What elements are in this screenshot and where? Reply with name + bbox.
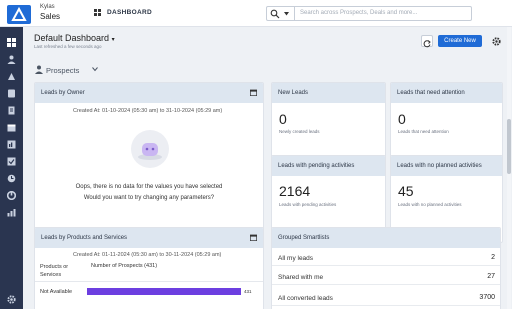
empty-message: Oops, there is no data for the values yo… (75, 184, 223, 190)
caret-down-icon[interactable] (284, 12, 289, 16)
column-header-line: Services (40, 272, 62, 278)
card-title: Leads that need attention (397, 90, 465, 96)
metric-caption: Leads with no planned activities (398, 202, 462, 207)
card-title: Grouped Smartlists (278, 235, 330, 241)
date-range: Created At: 01-10-2024 (05:30 am) to 31-… (73, 108, 223, 114)
column-header-line: Products or (40, 264, 69, 270)
card-header: Leads with no planned activities (391, 156, 502, 176)
card-header: Leads with pending activities (272, 156, 385, 176)
calendar-icon[interactable] (250, 234, 257, 241)
dashboard-grid-icon (94, 9, 101, 16)
metric-value: 45 (398, 183, 414, 199)
column-header-products: Products or Services (40, 263, 68, 279)
refresh-icon (423, 40, 431, 48)
leads-by-owner-card: Leads by Owner Created At: 01-10-2024 (0… (34, 82, 264, 246)
meetings-icon[interactable] (7, 174, 16, 183)
kylas-logo[interactable] (7, 5, 31, 24)
card-header: Grouped Smartlists (272, 228, 500, 248)
user-icon[interactable] (7, 55, 16, 64)
contacts-icon[interactable] (7, 89, 16, 98)
metric-value: 0 (398, 111, 406, 127)
top-bar: Kylas Sales DASHBOARD Search across Pros… (0, 0, 512, 27)
brand-product: Sales (40, 12, 61, 21)
smartlist-count: 27 (487, 273, 495, 280)
dashboard-title[interactable]: Default Dashboard ▾ (34, 33, 115, 43)
metric-caption: Newly created leads (279, 129, 320, 134)
create-new-button[interactable]: Create New (438, 35, 482, 47)
row-label: Not Available (40, 289, 73, 295)
column-header-count: Number of Prospects (431) (91, 263, 158, 269)
calendar-icon[interactable] (7, 123, 16, 132)
smartlist-row[interactable]: All converted leads 3700 (272, 291, 500, 306)
search-icon (270, 9, 280, 19)
metric-caption: Leads with pending activities (279, 202, 337, 207)
last-refreshed: Last refreshed a few seconds ago (34, 44, 102, 49)
settings-icon[interactable] (7, 295, 16, 304)
main-content: Default Dashboard ▾ Last refreshed a few… (23, 27, 512, 309)
card-header: Leads that need attention (391, 83, 502, 103)
dashboard-title-label: Default Dashboard (34, 33, 110, 43)
analytics-icon[interactable] (7, 208, 16, 217)
date-range: Created At: 01-11-2024 (05:30 am) to 30-… (73, 252, 222, 258)
products-services-card: Leads by Products and Services Created A… (34, 227, 264, 309)
row-value: 431 (244, 289, 252, 294)
sidebar (0, 27, 23, 309)
dashboard-icon[interactable] (7, 38, 16, 47)
search-divider (294, 7, 295, 20)
row-divider (35, 281, 263, 282)
smartlist-row[interactable]: All my leads 2 (272, 251, 500, 266)
card-title: Leads by Owner (41, 90, 85, 96)
chevron-down-icon (92, 67, 98, 72)
card-title: Leads with pending activities (278, 163, 355, 169)
smartlist-count: 3700 (479, 294, 495, 301)
refresh-button[interactable] (421, 35, 433, 48)
gear-icon[interactable] (492, 37, 501, 46)
card-header: Leads by Products and Services (35, 228, 263, 248)
smartlist-count: 2 (491, 254, 495, 261)
card-title: Leads with no planned activities (397, 163, 482, 169)
card-title: New Leads (278, 90, 309, 96)
caret-down-icon: ▾ (111, 37, 115, 43)
documents-icon[interactable] (7, 106, 16, 115)
smartlist-label: All my leads (278, 255, 314, 262)
brand-name: Kylas (40, 4, 55, 10)
tasks-icon[interactable] (7, 157, 16, 166)
empty-state-illustration (131, 130, 169, 168)
empty-hint: Would you want to try changing any param… (83, 195, 215, 201)
smartlist-label: Shared with me (278, 274, 324, 281)
calendar-icon[interactable] (250, 89, 257, 96)
grouped-smartlists-card: Grouped Smartlists All my leads 2 Shared… (271, 227, 501, 309)
count-bar[interactable] (87, 288, 241, 295)
metric-value: 0 (279, 111, 287, 127)
entity-filter-label: Prospects (46, 66, 80, 75)
global-search[interactable]: Search across Prospects, Deals and more.… (266, 6, 472, 21)
card-header: New Leads (272, 83, 385, 103)
smartlist-row[interactable]: Shared with me 27 (272, 270, 500, 285)
page-title: DASHBOARD (107, 9, 152, 16)
deals-icon[interactable] (7, 72, 16, 81)
card-header: Leads by Owner (35, 83, 263, 103)
card-title: Leads by Products and Services (41, 235, 128, 241)
search-input[interactable]: Search across Prospects, Deals and more.… (300, 10, 417, 16)
workflow-icon[interactable] (7, 191, 16, 200)
metric-caption: Leads that need attention (398, 129, 449, 134)
user-icon (35, 65, 43, 74)
metric-value: 2164 (279, 183, 311, 199)
reports-icon[interactable] (7, 140, 16, 149)
scrollbar-thumb[interactable] (507, 119, 511, 174)
page-scrollbar[interactable] (507, 27, 511, 309)
smartlist-label: All converted leads (278, 295, 333, 302)
